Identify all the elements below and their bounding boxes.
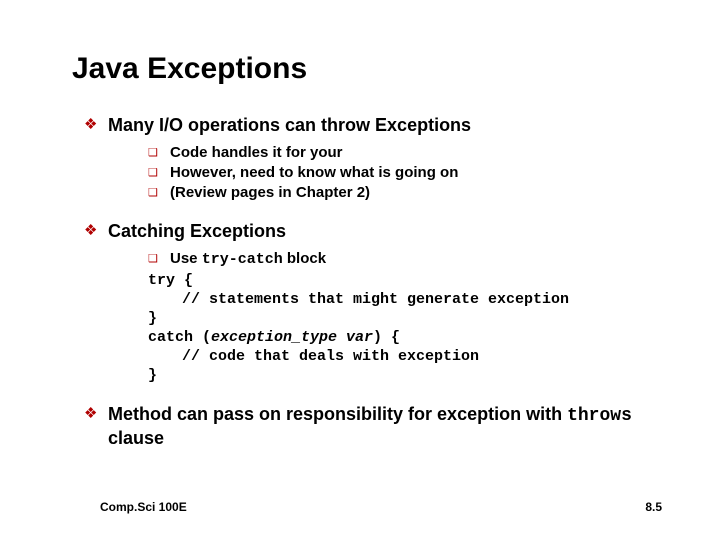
diamond-icon: ❖ [84, 403, 108, 425]
code-line-5: // code that deals with exception [148, 347, 660, 366]
bullet-1-subs: ❑ Code handles it for your ❑ However, ne… [84, 144, 660, 202]
sub-1-3: ❑ (Review pages in Chapter 2) [148, 184, 660, 202]
sub-2-1-code: try-catch [202, 251, 283, 268]
bullet-2-subs: ❑ Use try-catch block [84, 250, 660, 269]
sub-1-1-text: Code handles it for your [170, 144, 343, 162]
sub-2-1-post: block [283, 250, 326, 267]
sub-2-1-pre: Use [170, 250, 202, 267]
sub-1-2: ❑ However, need to know what is going on [148, 164, 660, 182]
square-icon: ❑ [148, 184, 170, 202]
footer-right: 8.5 [645, 500, 662, 514]
bullet-3: ❖ Method can pass on responsibility for … [84, 403, 660, 449]
bullet-block-3: ❖ Method can pass on responsibility for … [84, 403, 660, 449]
sub-1-3-text: (Review pages in Chapter 2) [170, 184, 370, 202]
code-l4-i: exception_type var [211, 329, 373, 346]
code-block: try { // statements that might generate … [84, 271, 660, 385]
sub-2-1: ❑ Use try-catch block [148, 250, 660, 269]
sub-1-2-text: However, need to know what is going on [170, 164, 458, 182]
slide-content: ❖ Many I/O operations can throw Exceptio… [72, 114, 660, 449]
bullet-2: ❖ Catching Exceptions [84, 220, 660, 242]
b3-code: throws [567, 406, 632, 426]
square-icon: ❑ [148, 144, 170, 162]
bullet-1-text: Many I/O operations can throw Exceptions [108, 114, 471, 136]
code-line-3: } [148, 309, 660, 328]
b3-post: clause [108, 428, 164, 448]
slide: Java Exceptions ❖ Many I/O operations ca… [0, 0, 720, 540]
bullet-2-text: Catching Exceptions [108, 220, 286, 242]
b3-pre: Method can pass on responsibility for ex… [108, 404, 567, 424]
slide-title: Java Exceptions [72, 52, 660, 86]
sub-1-1: ❑ Code handles it for your [148, 144, 660, 162]
sub-2-1-text: Use try-catch block [170, 250, 326, 269]
bullet-1: ❖ Many I/O operations can throw Exceptio… [84, 114, 660, 136]
code-line-1: try { [148, 271, 660, 290]
code-l4-a: catch ( [148, 329, 211, 346]
bullet-block-2: ❖ Catching Exceptions ❑ Use try-catch bl… [84, 220, 660, 385]
diamond-icon: ❖ [84, 114, 108, 136]
code-l4-b: ) { [373, 329, 400, 346]
diamond-icon: ❖ [84, 220, 108, 242]
bullet-block-1: ❖ Many I/O operations can throw Exceptio… [84, 114, 660, 202]
code-line-6: } [148, 366, 660, 385]
footer-left: Comp.Sci 100E [100, 500, 187, 514]
square-icon: ❑ [148, 250, 170, 268]
square-icon: ❑ [148, 164, 170, 182]
code-line-2: // statements that might generate except… [148, 290, 660, 309]
bullet-3-text: Method can pass on responsibility for ex… [108, 403, 660, 449]
code-line-4: catch (exception_type var) { [148, 328, 660, 347]
